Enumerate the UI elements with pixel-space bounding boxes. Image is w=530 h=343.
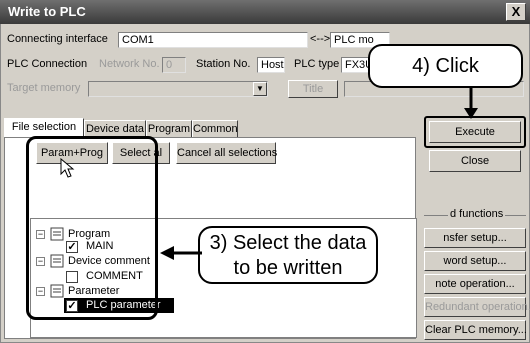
tab-program[interactable]: Program — [146, 120, 192, 137]
network-no-label: Network No. — [99, 58, 160, 70]
network-no-field[interactable]: 0 — [162, 57, 186, 73]
plc-type-label: PLC type — [294, 58, 340, 70]
execute-button[interactable]: Execute — [429, 121, 521, 143]
tab-device-data[interactable]: Device data — [84, 120, 146, 137]
close-icon[interactable]: X — [506, 3, 526, 21]
redundant-operation-button[interactable]: Redundant operation... — [424, 297, 530, 317]
plc-connection-label: PLC Connection — [7, 58, 88, 70]
connecting-interface-label: Connecting interface — [7, 33, 108, 45]
chevron-down-icon[interactable]: ▼ — [253, 82, 267, 96]
step4-arrow-icon — [464, 86, 478, 119]
remote-operation-button[interactable]: note operation... — [424, 274, 526, 294]
title-button[interactable]: Title — [288, 80, 338, 98]
connection-arrow: <--> — [310, 33, 331, 45]
related-functions-label: d functions — [448, 208, 506, 220]
step4-callout: 4) Click — [368, 44, 523, 88]
target-memory-label: Target memory — [7, 82, 81, 94]
transfer-setup-button[interactable]: nsfer setup... — [424, 228, 526, 248]
selection-highlight-frame — [26, 136, 158, 320]
target-memory-select[interactable] — [88, 81, 268, 97]
clear-plc-memory-button[interactable]: Clear PLC memory... — [424, 320, 527, 340]
keyword-setup-button[interactable]: word setup... — [424, 251, 526, 271]
close-button[interactable]: Close — [429, 150, 521, 172]
connecting-interface-field[interactable]: COM1 — [118, 32, 308, 48]
step3-line2: to be written — [233, 257, 343, 279]
step3-callout: 3) Select the data to be written — [198, 226, 378, 284]
tab-file-selection[interactable]: File selection — [4, 118, 84, 137]
station-no-field[interactable]: Host — [257, 57, 285, 73]
cancel-all-selections-button[interactable]: Cancel all selections — [176, 142, 277, 164]
step3-line1: 3) Select the data — [209, 232, 367, 254]
station-no-label: Station No. — [196, 58, 251, 70]
step3-arrow-icon — [160, 246, 202, 260]
window-title: Write to PLC — [8, 4, 86, 19]
tab-common[interactable]: Common — [192, 120, 238, 137]
